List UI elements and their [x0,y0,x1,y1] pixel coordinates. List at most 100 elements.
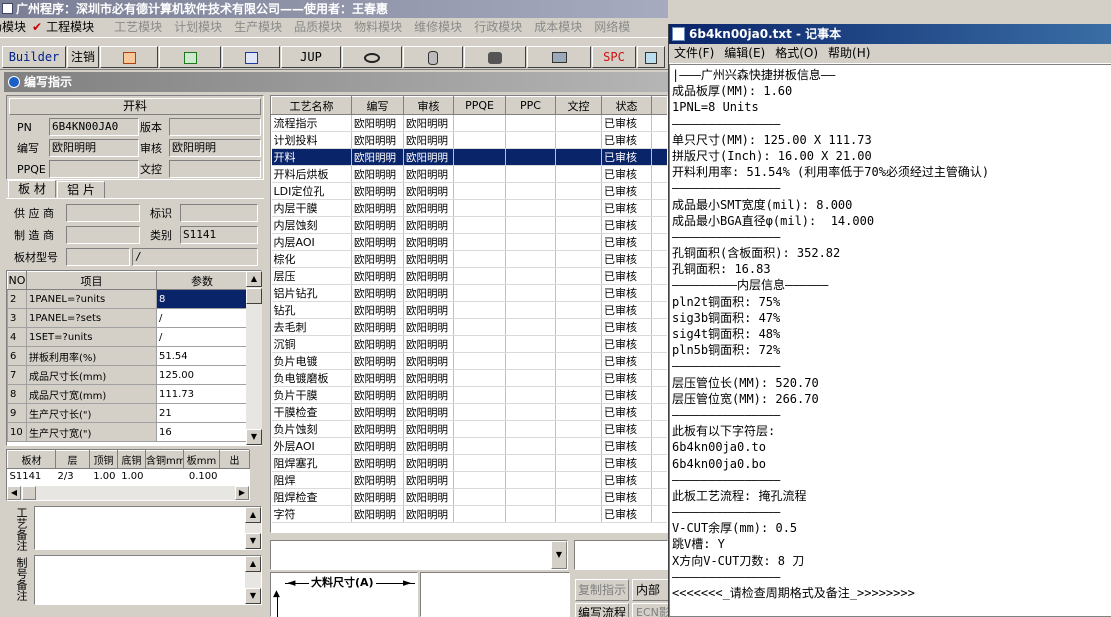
notes-scrollbar[interactable]: ▲ ▼ [245,507,261,549]
maker-field[interactable] [66,226,140,244]
model-field-2[interactable]: / [132,248,258,266]
write-flow-button[interactable]: 编写流程 [575,603,629,617]
sheet-cell[interactable]: 0.100 [184,469,220,485]
process-col-header[interactable]: PPC [505,96,556,115]
preview-button[interactable] [342,46,402,68]
process-row[interactable]: 钻孔 欧阳明明 欧阳明明 已审核 [271,301,667,319]
process-row[interactable]: 内层干膜 欧阳明明 欧阳明明 已审核 [271,199,667,217]
process-row[interactable]: 计划投料 欧阳明明 欧阳明明 已审核 [271,131,667,149]
process-row[interactable]: 内层AOI 欧阳明明 欧阳明明 已审核 [271,233,667,251]
scroll-up-icon[interactable]: ▲ [245,507,261,523]
logout-button[interactable]: 注销 [67,46,99,68]
sheet-col-header[interactable]: 板mm [183,450,220,469]
reviewer-field[interactable]: 欧阳明明 [169,139,261,157]
tools-button[interactable] [464,46,526,68]
builder-button[interactable]: Builder [2,46,66,68]
tab-sheet[interactable]: 板 材 [8,180,56,198]
process-row[interactable]: 负电镀磨板 欧阳明明 欧阳明明 已审核 [271,369,667,387]
scroll-up-icon[interactable]: ▲ [245,556,261,572]
doc-control-field[interactable] [169,160,261,178]
menu-edit[interactable]: 编辑(E) [719,44,770,63]
param-value[interactable]: 125.00 [156,365,248,385]
params-row[interactable]: 3 1PANEL=?sets / [7,308,248,328]
process-row[interactable]: 铝片钻孔 欧阳明明 欧阳明明 已审核 [271,284,667,302]
spc-button[interactable]: SPC [592,46,636,68]
process-row[interactable]: 去毛刺 欧阳明明 欧阳明明 已审核 [271,318,667,336]
col-param[interactable]: 参数 [156,271,248,290]
dropdown-arrow-icon[interactable]: ▼ [551,541,567,569]
process-row[interactable]: 字符 欧阳明明 欧阳明明 已审核 [271,505,667,523]
scroll-down-icon[interactable]: ▼ [245,533,261,549]
sample-scrollbar[interactable]: ▲ ▼ [245,556,261,604]
tab-foil[interactable]: 铝 片 [57,181,105,199]
model-field[interactable] [66,248,130,266]
ecn-button[interactable]: ECN影 [632,603,672,617]
database-button[interactable] [403,46,463,68]
params-row[interactable]: 10 生产尺寸宽(") 16 [7,422,248,442]
menu-engineering[interactable]: 工程模块 [44,18,100,37]
sheet-cell[interactable] [146,469,184,485]
menu-cost[interactable]: 成本模块 [528,18,588,37]
process-row[interactable]: 阻焊塞孔 欧阳明明 欧阳明明 已审核 [271,454,667,472]
pn-field[interactable]: 6B4KN00JA0 [49,118,139,136]
process-col-header[interactable]: 审核 [403,96,454,115]
sheet-col-header[interactable]: 层 [55,450,90,469]
param-value[interactable]: 51.54 [156,346,248,366]
process-row[interactable]: 负片干膜 欧阳明明 欧阳明明 已审核 [271,386,667,404]
category-field[interactable]: S1141 [180,226,258,244]
process-row[interactable]: 干膜检查 欧阳明明 欧阳明明 已审核 [271,403,667,421]
hscroll-thumb[interactable] [22,486,36,500]
writer-field[interactable]: 欧阳明明 [49,139,139,157]
process-col-header[interactable]: 编写 [351,96,404,115]
menu-maintenance[interactable]: 维修模块 [408,18,468,37]
ppqe-field[interactable] [49,160,139,178]
process-col-header[interactable]: 工艺名称 [271,96,352,115]
params-row[interactable]: 9 生产尺寸长(") 21 [7,403,248,423]
params-row[interactable]: 8 成品尺寸宽(mm) 111.73 [7,384,248,404]
excel-button[interactable] [159,46,221,68]
sheet-col-header[interactable]: 顶铜 [89,450,118,469]
copy-instruction-button[interactable]: 复制指示 [575,579,629,601]
params-row[interactable]: 2 1PANEL=?units 8 [7,289,248,309]
params-row[interactable]: 4 1SET=?units / [7,327,248,347]
process-notes-textarea[interactable]: ▲ ▼ [34,506,262,550]
process-col-header[interactable]: 文控 [555,96,602,115]
params-row[interactable]: 7 成品尺寸长(mm) 125.00 [7,365,248,385]
sheet-cell[interactable]: 1.00 [118,469,146,485]
process-combo[interactable]: ▼ [270,540,568,570]
params-row[interactable]: 6 拼板利用率(%) 51.54 [7,346,248,366]
mark-field[interactable] [180,204,258,222]
scroll-down-icon[interactable]: ▼ [246,429,262,445]
sheet-cell[interactable] [220,469,250,485]
process-row[interactable]: 负片蚀刻 欧阳明明 欧阳明明 已审核 [271,420,667,438]
sheet-hscrollbar[interactable]: ◀ ▶ [7,486,249,500]
process-row[interactable]: 外层AOI 欧阳明明 欧阳明明 已审核 [271,437,667,455]
process-row[interactable]: 负片电镀 欧阳明明 欧阳明明 已审核 [271,352,667,370]
process-row[interactable]: 沉铜 欧阳明明 欧阳明明 已审核 [271,335,667,353]
col-no[interactable]: NO [7,271,27,290]
scroll-up-icon[interactable]: ▲ [246,271,262,287]
col-item[interactable]: 项目 [26,271,157,290]
computer-button[interactable] [527,46,591,68]
param-value[interactable]: / [156,327,248,347]
process-row[interactable]: 内层蚀刻 欧阳明明 欧阳明明 已审核 [271,216,667,234]
param-value[interactable]: / [156,308,248,328]
word-button[interactable] [222,46,280,68]
menu-format[interactable]: 格式(O) [770,44,823,63]
supplier-field[interactable] [66,204,140,222]
scroll-thumb[interactable] [246,288,262,304]
sample-notes-textarea[interactable]: ▲ ▼ [34,555,262,605]
menu-network[interactable]: 网络模 [588,18,636,37]
extra-tool-button[interactable] [637,46,665,68]
menu-process[interactable]: 工艺模块 [108,18,168,37]
powerpoint-button[interactable] [100,46,158,68]
sheet-cell[interactable]: S1141 [8,469,56,485]
process-row[interactable]: LDI定位孔 欧阳明明 欧阳明明 已审核 [271,182,667,200]
process-row[interactable]: 阻焊检查 欧阳明明 欧阳明明 已审核 [271,488,667,506]
secondary-combo[interactable] [574,540,668,570]
inner-button[interactable]: 内部 [632,579,672,601]
process-row[interactable]: 开料后烘板 欧阳明明 欧阳明明 已审核 [271,165,667,183]
process-row[interactable]: 层压 欧阳明明 欧阳明明 已审核 [271,267,667,285]
sheet-col-header[interactable]: 含铜mm [145,450,184,469]
scroll-left-icon[interactable]: ◀ [7,486,21,500]
